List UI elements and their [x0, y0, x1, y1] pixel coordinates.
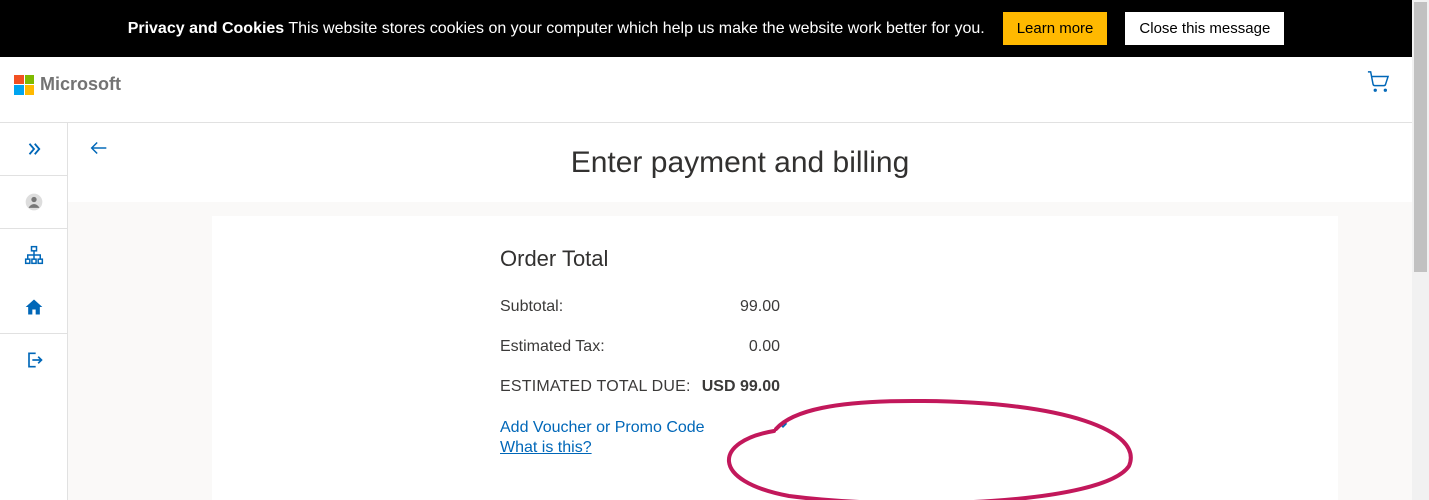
learn-more-button[interactable]: Learn more	[1003, 12, 1108, 45]
chevron-down-icon	[776, 418, 790, 437]
subtotal-value: 99.00	[740, 298, 780, 316]
sidebar-home-button[interactable]	[0, 281, 67, 333]
back-button[interactable]	[88, 137, 110, 159]
close-cookie-button[interactable]: Close this message	[1125, 12, 1284, 45]
add-voucher-link[interactable]: Add Voucher or Promo Code	[500, 418, 790, 437]
page-header: Enter payment and billing	[68, 123, 1412, 202]
total-value: USD 99.00	[702, 378, 780, 396]
voucher-section: Add Voucher or Promo Code What is this?	[500, 418, 790, 457]
sidebar-expand-button[interactable]	[0, 123, 67, 175]
tax-label: Estimated Tax:	[500, 338, 605, 356]
total-row: ESTIMATED TOTAL DUE: USD 99.00	[500, 378, 780, 396]
sidebar-logout-button[interactable]	[0, 334, 67, 386]
scrollbar-thumb[interactable]	[1414, 2, 1427, 272]
content-area: Enter payment and billing Order Total Su…	[68, 123, 1412, 500]
scrollbar[interactable]	[1412, 0, 1429, 500]
microsoft-logo-icon	[14, 75, 34, 95]
sidebar	[0, 123, 68, 500]
sidebar-user-button[interactable]	[0, 176, 67, 228]
microsoft-logo-text: Microsoft	[40, 74, 121, 95]
cookie-banner-title: Privacy and Cookies	[128, 20, 285, 37]
order-card: Order Total Subtotal: 99.00 Estimated Ta…	[212, 216, 1338, 500]
sidebar-sitemap-button[interactable]	[0, 229, 67, 281]
tax-row: Estimated Tax: 0.00	[500, 338, 780, 356]
site-header: Microsoft	[0, 57, 1412, 123]
total-label: ESTIMATED TOTAL DUE:	[500, 378, 691, 396]
cart-icon[interactable]	[1366, 71, 1390, 98]
cookie-banner-body: This website stores cookies on your comp…	[284, 20, 984, 37]
page-title: Enter payment and billing	[88, 146, 1392, 180]
cookie-banner-text: Privacy and Cookies This website stores …	[128, 20, 985, 38]
microsoft-logo[interactable]: Microsoft	[14, 74, 121, 95]
tax-value: 0.00	[749, 338, 780, 356]
cookie-banner: Privacy and Cookies This website stores …	[0, 0, 1412, 57]
order-heading: Order Total	[500, 246, 1298, 272]
subtotal-label: Subtotal:	[500, 298, 563, 316]
add-voucher-label: Add Voucher or Promo Code	[500, 419, 705, 437]
what-is-this-link[interactable]: What is this?	[500, 439, 592, 457]
subtotal-row: Subtotal: 99.00	[500, 298, 780, 316]
